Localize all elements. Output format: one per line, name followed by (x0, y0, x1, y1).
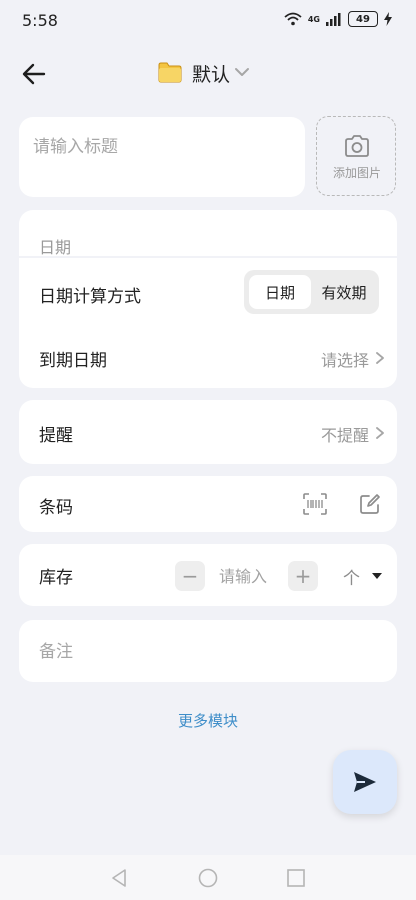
date-calc-segmented-control: 日期 有效期 (244, 270, 379, 314)
stock-card: 库存 − + 个 (19, 544, 397, 606)
camera-icon (345, 135, 369, 157)
status-icons: 4G 49 (284, 11, 392, 27)
note-card (19, 620, 397, 682)
nav-recents-icon[interactable] (285, 867, 307, 889)
unit-select[interactable]: 个 (339, 561, 389, 591)
add-image-button[interactable]: 添加图片 (316, 116, 396, 196)
barcode-scan-icon[interactable] (303, 493, 327, 515)
due-date-row[interactable]: 到期日期 请选择 (19, 330, 397, 380)
increment-button[interactable]: + (288, 561, 318, 591)
decrement-button[interactable]: − (175, 561, 205, 591)
reminder-value: 不提醒 (320, 426, 369, 445)
barcode-label: 条码 (39, 498, 73, 518)
back-arrow-icon[interactable] (20, 60, 48, 88)
reminder-label: 提醒 (39, 426, 73, 446)
date-section-header: 日期 (39, 238, 72, 257)
divider (19, 256, 397, 258)
charging-icon (384, 12, 392, 26)
status-bar: 5:58 4G 49 (0, 0, 416, 40)
date-calc-label: 日期计算方式 (39, 287, 141, 307)
wifi-icon (284, 12, 302, 26)
edit-icon[interactable] (359, 493, 381, 515)
nav-home-icon[interactable] (197, 867, 219, 889)
reminder-row[interactable]: 提醒 不提醒 (19, 400, 397, 464)
dropdown-triangle-icon (372, 573, 382, 579)
status-time: 5:58 (22, 11, 58, 30)
segment-date[interactable]: 日期 (249, 275, 311, 309)
title-card (19, 117, 305, 197)
unit-value: 个 (343, 569, 360, 589)
signal-icon (326, 13, 341, 26)
chevron-right-icon (376, 427, 384, 439)
folder-title[interactable]: 默认 (192, 60, 230, 87)
note-input[interactable] (37, 636, 371, 668)
nav-back-icon[interactable] (108, 867, 130, 889)
date-card: 日期 日期计算方式 日期 有效期 到期日期 请选择 (19, 210, 397, 388)
stock-quantity-input[interactable] (217, 560, 285, 592)
more-modules-link[interactable]: 更多模块 (0, 710, 416, 731)
stock-label: 库存 (39, 568, 73, 588)
segment-validity[interactable]: 有效期 (313, 275, 375, 309)
title-input[interactable] (31, 131, 295, 163)
network-type: 4G (307, 14, 320, 24)
battery-indicator: 49 (348, 11, 378, 27)
folder-icon (158, 62, 182, 83)
send-button[interactable] (333, 750, 397, 814)
add-image-label: 添加图片 (332, 166, 381, 180)
send-icon (354, 772, 376, 792)
system-nav-bar (0, 855, 416, 900)
chevron-down-icon[interactable] (234, 66, 250, 78)
chevron-right-icon (376, 352, 384, 364)
due-date-label: 到期日期 (39, 351, 107, 371)
barcode-card: 条码 (19, 476, 397, 532)
due-date-value: 请选择 (320, 351, 369, 370)
